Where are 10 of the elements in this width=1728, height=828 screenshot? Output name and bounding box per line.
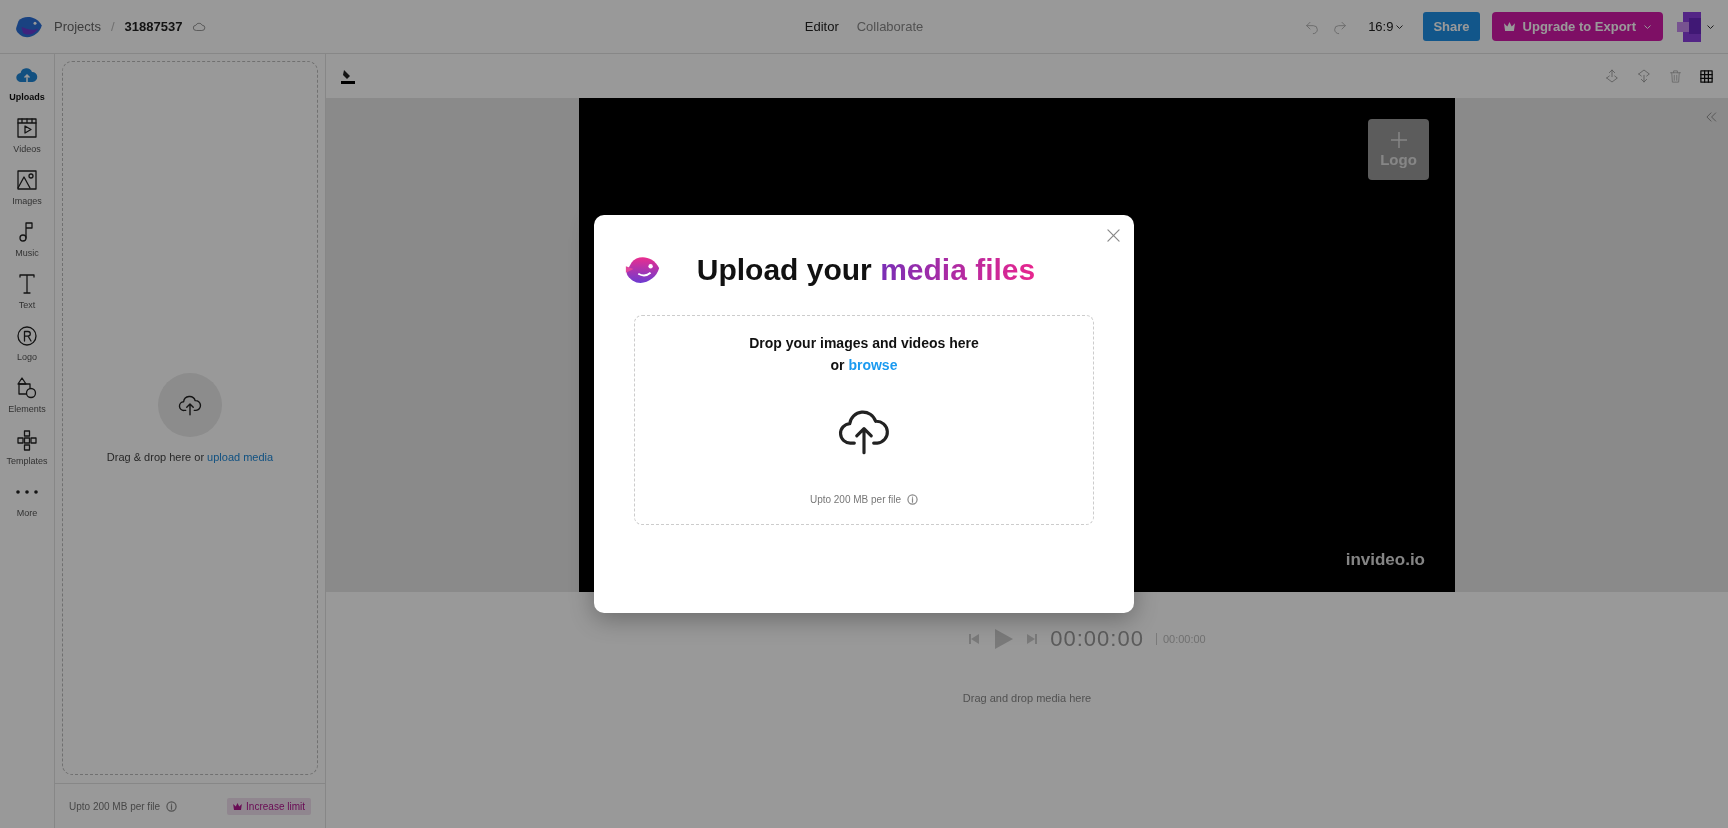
breadcrumb-item: 31887537: [124, 19, 183, 34]
breadcrumb-separator: /: [110, 19, 115, 34]
current-time: 00:00:00: [1050, 626, 1144, 652]
drop-instructions: Drag & drop here or upload media: [106, 451, 274, 463]
timeline-hint: Drag and drop media here: [962, 692, 1092, 704]
drop-instructions: Drop your images and videos here or browse: [749, 334, 979, 375]
dialog-title: Upload your media files: [696, 253, 1037, 287]
watermark-text: invideo.io: [1345, 550, 1425, 570]
size-limit-text: Upto 200 MB per file: [69, 800, 161, 812]
size-limit-text: Upto 200 MB per file: [809, 494, 902, 505]
